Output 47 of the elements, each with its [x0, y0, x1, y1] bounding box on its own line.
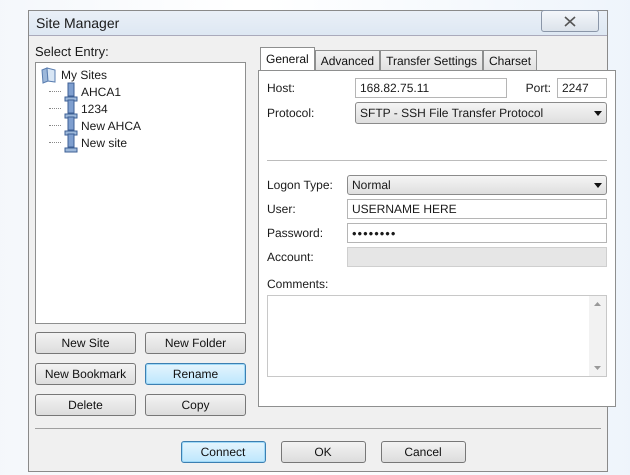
server-icon [64, 116, 78, 136]
protocol-label: Protocol: [267, 106, 316, 120]
tab[interactable]: Advanced [314, 50, 380, 70]
server-icon [64, 98, 78, 118]
server-icon [64, 82, 78, 102]
tree-item[interactable]: AHCA1 [81, 84, 122, 98]
tree-button[interactable]: Copy [145, 394, 246, 416]
tree-button[interactable]: Delete [35, 394, 136, 416]
scroll-down-icon [594, 366, 601, 370]
host-label: Host: [267, 81, 296, 95]
tree-item[interactable]: New AHCA [81, 118, 142, 132]
field-label: User: [267, 202, 297, 216]
port-field[interactable]: 2247 [557, 78, 607, 98]
tree-item[interactable]: My Sites [61, 68, 108, 82]
host-field[interactable]: 168.82.75.11 [355, 78, 507, 98]
comments-field[interactable] [267, 295, 607, 377]
tab[interactable]: Transfer Settings [380, 50, 484, 70]
window-title: Site Manager [36, 15, 120, 31]
dialog-button[interactable]: Connect [180, 441, 266, 463]
scroll-up-icon [594, 302, 601, 306]
field-label: Logon Type: [267, 178, 334, 192]
server-icon [64, 132, 78, 152]
scrollbar[interactable] [589, 296, 606, 376]
field-label: Account: [267, 250, 315, 264]
close-icon [564, 16, 576, 26]
caret-icon [594, 182, 602, 188]
dialog-button[interactable]: OK [280, 441, 366, 463]
close-button[interactable] [541, 10, 599, 32]
folder-icon [40, 66, 58, 84]
tree-item[interactable]: 1234 [81, 102, 108, 116]
protocol-dropdown[interactable]: SFTP - SSH File Transfer Protocol [355, 102, 607, 124]
comments-label: Comments: [267, 277, 330, 291]
tree-button[interactable]: New Folder [145, 332, 246, 354]
caret-icon [594, 110, 602, 116]
tree-button[interactable]: New Bookmark [35, 363, 136, 385]
tree-button[interactable]: Rename [145, 363, 246, 385]
logon-type-dropdown[interactable]: Normal [347, 175, 607, 195]
port-label: Port: [524, 81, 551, 95]
tab[interactable]: Charset [483, 50, 538, 70]
input-field[interactable]: USERNAME HERE [347, 199, 607, 219]
select-entry-label: Select Entry: [35, 44, 110, 59]
tree-item[interactable]: New site [81, 136, 128, 150]
input-field[interactable]: •••••••• [347, 223, 607, 243]
tree-button[interactable]: New Site [35, 332, 136, 354]
dialog-button[interactable]: Cancel [380, 441, 466, 463]
field-label: Password: [267, 226, 324, 240]
tab[interactable]: General [260, 47, 315, 70]
